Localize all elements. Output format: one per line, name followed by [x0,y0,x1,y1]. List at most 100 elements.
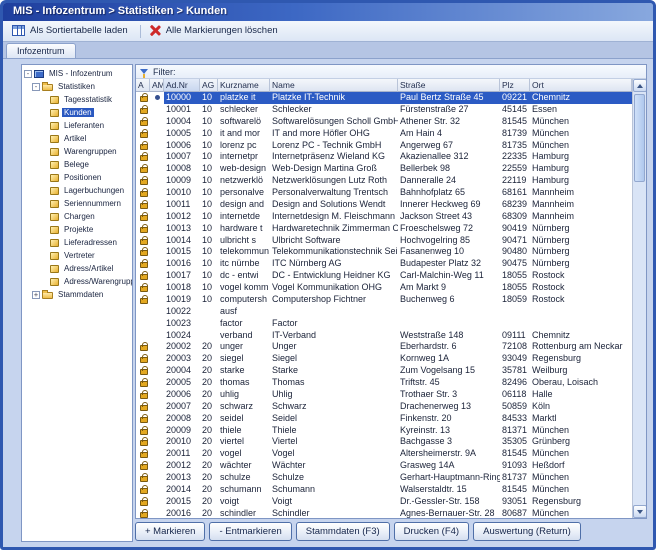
cell-marker [150,472,164,484]
cell-ort: Oberau, Loisach [530,377,646,389]
scrollbar-thumb[interactable] [634,94,645,182]
cell-marker [150,365,164,377]
tree-item-positionen[interactable]: Positionen [22,171,132,184]
auswertung-return-button[interactable]: Auswertung (Return) [473,522,581,541]
tree-item-statistiken[interactable]: -Statistiken [22,80,132,93]
table-row[interactable]: 2000520thomasThomasTriftstr. 4582496Ober… [136,377,646,389]
tree-item-lagerbuchungen[interactable]: Lagerbuchungen [22,184,132,197]
table-row[interactable]: 1001010personalvePersonalverwaltung Tren… [136,187,646,199]
cell-lock [136,436,150,448]
folder-icon [42,84,53,91]
tree-item-kunden[interactable]: Kunden [22,106,132,119]
table-row[interactable]: 1000810web-designWeb-Design Martina Groß… [136,163,646,175]
cell-adnr: 10009 [164,175,200,187]
table-row[interactable]: 1001710dc - entwiDC - Entwicklung Heidne… [136,270,646,282]
collapse-icon[interactable]: - [24,70,32,78]
table-row[interactable]: 10023factorFactor [136,318,646,330]
cell-plz: 90419 [500,223,530,235]
table-row[interactable]: 10022ausf [136,306,646,318]
column-header-plz[interactable]: Plz [500,79,530,92]
tree-item-chargen[interactable]: Chargen [22,210,132,223]
clear-all-marks-button[interactable]: Alle Markierungen löschen [145,22,286,40]
tree-item-seriennummern[interactable]: Seriennummern [22,197,132,210]
cell-ag [200,330,218,342]
table-row[interactable]: 1001310hardware tHardwaretechnik Zimmerm… [136,223,646,235]
cell-strasse: Froeschelsweg 72 [398,223,500,235]
tree-item-stammdaten[interactable]: +Stammdaten [22,288,132,301]
tab-infozentrum[interactable]: Infozentrum [6,43,76,58]
markieren-button[interactable]: + Markieren [135,522,205,541]
table-row[interactable]: 1000610lorenz pcLorenz PC - Technik GmbH… [136,140,646,152]
column-header-a[interactable]: A [136,79,150,92]
tree-item-adress-artikel[interactable]: Adress/Artikel [22,262,132,275]
table-row[interactable]: 2000220ungerUngerEberhardstr. 672108Rott… [136,341,646,353]
tree-item-mis-infozentrum[interactable]: - MIS - Infozentrum [22,67,132,80]
cell-ag: 10 [200,104,218,116]
load-sort-table-button[interactable]: Als Sortiertabelle laden [7,22,136,40]
column-header-kurzname[interactable]: Kurzname [218,79,270,92]
cell-kurzname: voigt [218,496,270,508]
tree-item-lieferanten[interactable]: Lieferanten [22,119,132,132]
collapse-icon[interactable]: - [32,83,40,91]
column-header-strase[interactable]: Straße [398,79,500,92]
cell-ort: Mannheim [530,211,646,223]
table-row[interactable]: 2000620uhligUhligTrothaer Str. 306118Hal… [136,389,646,401]
table-row[interactable]: 1000110schleckerSchleckerFürstenstraße 2… [136,104,646,116]
table-row[interactable]: 2000720schwarzSchwarzDrachenerweg 135085… [136,401,646,413]
tree-item-warengruppen[interactable]: Warengruppen [22,145,132,158]
table-row[interactable]: 2000820seidelSeidelFinkenstr. 2084533Mar… [136,413,646,425]
table-row[interactable]: 2000420starkeStarkeZum Vogelsang 1535781… [136,365,646,377]
table-row[interactable]: 2001320schulzeSchulzeGerhart-Hauptmann-R… [136,472,646,484]
tree-item-vertreter[interactable]: Vertreter [22,249,132,262]
table-row[interactable]: 1001810vogel kommVogel Kommunikation OHG… [136,282,646,294]
table-row[interactable]: 1000710internetprInternetpräsenz Wieland… [136,151,646,163]
table-row[interactable]: 1001910computershComputershop FichtnerBu… [136,294,646,306]
drucken-f4-button[interactable]: Drucken (F4) [394,522,469,541]
tree-item-belege[interactable]: Belege [22,158,132,171]
table-row[interactable]: 2000320siegelSiegelKornweg 1A93049Regens… [136,353,646,365]
node-icon [50,96,59,104]
tree-item-lieferadressen[interactable]: Lieferadressen [22,236,132,249]
table-row[interactable]: 1000410softwarelöSoftwarelösungen Scholl… [136,116,646,128]
cell-marker [150,211,164,223]
column-header-ort[interactable]: Ort [530,79,632,92]
tree-item-adress-warengruppen[interactable]: Adress/Warengruppen [22,275,132,288]
tree-item-tagesstatistik[interactable]: Tagesstatistik [22,93,132,106]
column-header-name[interactable]: Name [270,79,398,92]
table-row[interactable]: 1001610itc nürnbeITC Nürnberg AGBudapest… [136,258,646,270]
table-row[interactable]: 1001110design andDesign and Solutions We… [136,199,646,211]
table-row[interactable]: 2001020viertelViertelBachgasse 335305Grü… [136,436,646,448]
table-row[interactable]: 1000510it and morIT and more Höfler OHGA… [136,128,646,140]
table-row[interactable]: 2000920thieleThieleKyreinstr. 1381371Mün… [136,425,646,437]
cell-kurzname: ulbricht s [218,235,270,247]
scroll-up-button[interactable] [633,79,646,92]
table-row[interactable]: 10024verbandIT-VerbandWeststraße 1480911… [136,330,646,342]
expand-icon[interactable]: + [32,291,40,299]
column-header-am[interactable]: AM [150,79,164,92]
filter-bar[interactable]: Filter: [136,65,646,79]
table-row[interactable]: 1000010platzke itPlatzke IT-TechnikPaul … [136,92,646,104]
table-row[interactable]: 2001120vogelVogelAltersheimerstr. 9A8154… [136,448,646,460]
column-header-ad-nr[interactable]: Ad.Nr [164,79,200,92]
table-row[interactable]: 2001420schumannSchumannWalserstaldtr. 15… [136,484,646,496]
tree-item-artikel[interactable]: Artikel [22,132,132,145]
table-row[interactable]: 2001220wächterWächterGrasweg 14A91093Heß… [136,460,646,472]
table-row[interactable]: 2001520voigtVoigtDr.-Gessler-Str. 158930… [136,496,646,508]
node-icon [50,200,59,208]
table-row[interactable]: 1001210internetdeInternetdesign M. Fleis… [136,211,646,223]
column-header-ag[interactable]: AG [200,79,218,92]
scroll-down-button[interactable] [633,505,646,518]
cell-plz: 82496 [500,377,530,389]
table-row[interactable]: 1000910netzwerklöNetzwerklösungen Lutz R… [136,175,646,187]
table-row[interactable]: 2001620schindlerSchindlerAgnes-Bernauer-… [136,508,646,518]
titlebar[interactable]: MIS - Infozentrum > Statistiken > Kunden [3,3,653,21]
folder-icon [42,292,53,299]
table-row[interactable]: 1001410ulbricht sUlbricht SoftwareHochvo… [136,235,646,247]
tree-item-projekte[interactable]: Projekte [22,223,132,236]
stammdaten-f3-button[interactable]: Stammdaten (F3) [296,522,390,541]
vertical-scrollbar[interactable] [632,79,646,518]
entmarkieren-button[interactable]: - Entmarkieren [209,522,291,541]
tree-item-label: MIS - Infozentrum [47,69,115,78]
table-row[interactable]: 1001510telekommunTelekommunikationstechn… [136,246,646,258]
tabstrip: Infozentrum [3,42,653,59]
